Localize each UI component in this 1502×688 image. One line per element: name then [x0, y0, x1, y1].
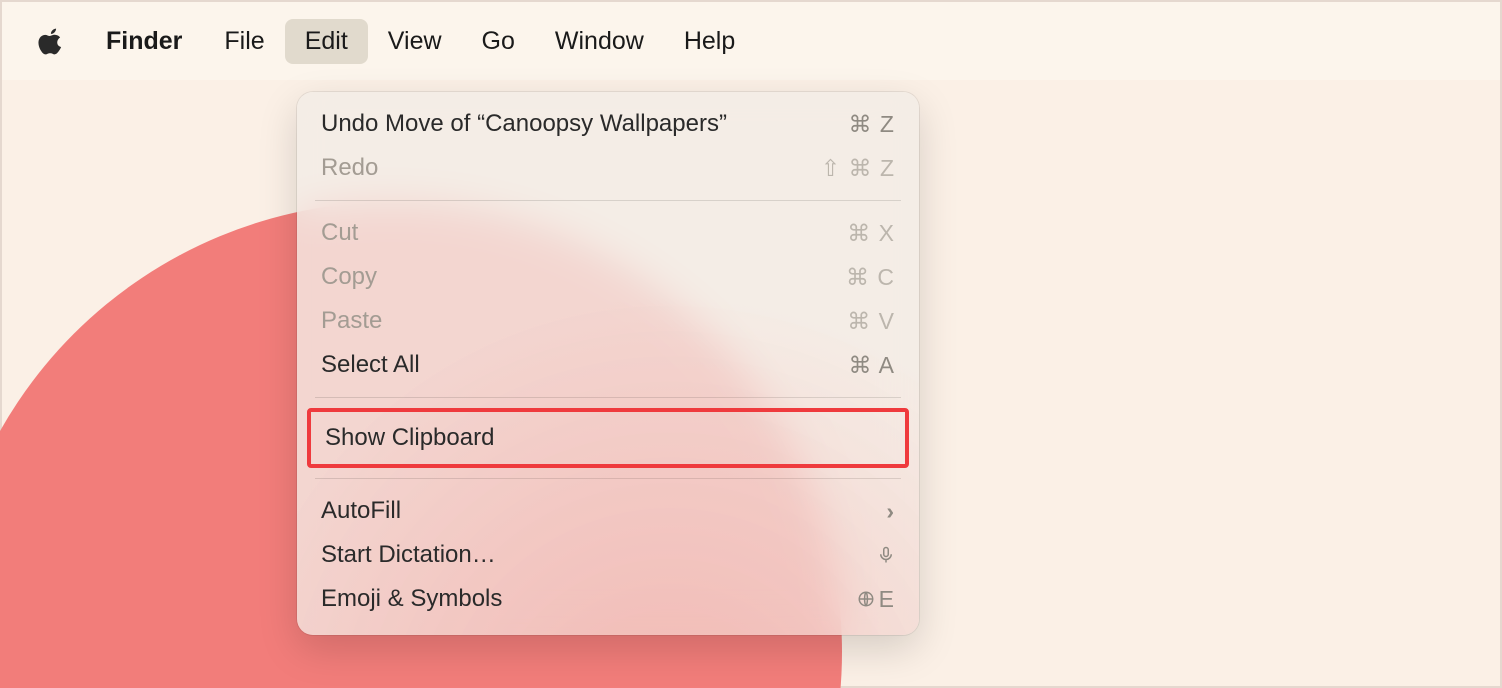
desktop: Finder File Edit View Go Window Help Und…	[0, 0, 1502, 688]
menu-item-label: Redo	[321, 154, 378, 182]
edit-menu-dropdown: Undo Move of “Canoopsy Wallpapers” ⌘ Z R…	[297, 92, 919, 635]
menu-item-label: AutoFill	[321, 497, 401, 525]
menu-item-shortcut: ⇧ ⌘ Z	[821, 155, 895, 182]
menu-item-label: Emoji & Symbols	[321, 585, 502, 613]
menu-separator	[315, 200, 901, 201]
chevron-right-icon: ›	[886, 498, 895, 525]
menubar-item-file[interactable]: File	[204, 19, 284, 64]
menu-item-label: Undo Move of “Canoopsy Wallpapers”	[321, 110, 727, 138]
menu-item-cut: Cut ⌘ X	[297, 211, 919, 255]
menu-item-undo[interactable]: Undo Move of “Canoopsy Wallpapers” ⌘ Z	[297, 102, 919, 146]
menu-item-copy: Copy ⌘ C	[297, 255, 919, 299]
menu-item-shortcut: E	[857, 586, 895, 613]
menu-item-paste: Paste ⌘ V	[297, 299, 919, 343]
menu-item-autofill[interactable]: AutoFill ›	[297, 489, 919, 533]
menubar-app-name[interactable]: Finder	[96, 19, 204, 64]
menu-separator	[315, 397, 901, 398]
menu-item-select-all[interactable]: Select All ⌘ A	[297, 343, 919, 387]
menubar-item-window[interactable]: Window	[535, 19, 664, 64]
menu-item-label: Copy	[321, 263, 377, 291]
apple-logo-icon[interactable]	[36, 26, 66, 56]
menu-item-label: Paste	[321, 307, 382, 335]
menu-item-shortcut: ⌘ C	[846, 264, 895, 291]
menu-item-label: Show Clipboard	[325, 424, 494, 452]
menu-item-shortcut: ⌘ X	[847, 220, 895, 247]
menu-item-shortcut: ⌘ Z	[849, 111, 895, 138]
menu-item-show-clipboard[interactable]: Show Clipboard	[307, 408, 909, 468]
menu-item-label: Cut	[321, 219, 358, 247]
menu-item-label: Start Dictation…	[321, 541, 496, 569]
menubar: Finder File Edit View Go Window Help	[2, 2, 1500, 80]
menu-item-redo: Redo ⇧ ⌘ Z	[297, 146, 919, 190]
menubar-item-go[interactable]: Go	[462, 19, 535, 64]
menu-item-shortcut: ⌘ V	[847, 308, 895, 335]
menubar-item-edit[interactable]: Edit	[285, 19, 368, 64]
menu-separator	[315, 478, 901, 479]
menu-item-label: Select All	[321, 351, 420, 379]
menu-item-start-dictation[interactable]: Start Dictation…	[297, 533, 919, 577]
menu-item-shortcut: ⌘ A	[849, 352, 895, 379]
menubar-item-view[interactable]: View	[368, 19, 462, 64]
menu-item-emoji-symbols[interactable]: Emoji & Symbols E	[297, 577, 919, 621]
menubar-item-help[interactable]: Help	[664, 19, 755, 64]
mic-icon	[877, 544, 895, 566]
globe-icon	[857, 590, 875, 608]
